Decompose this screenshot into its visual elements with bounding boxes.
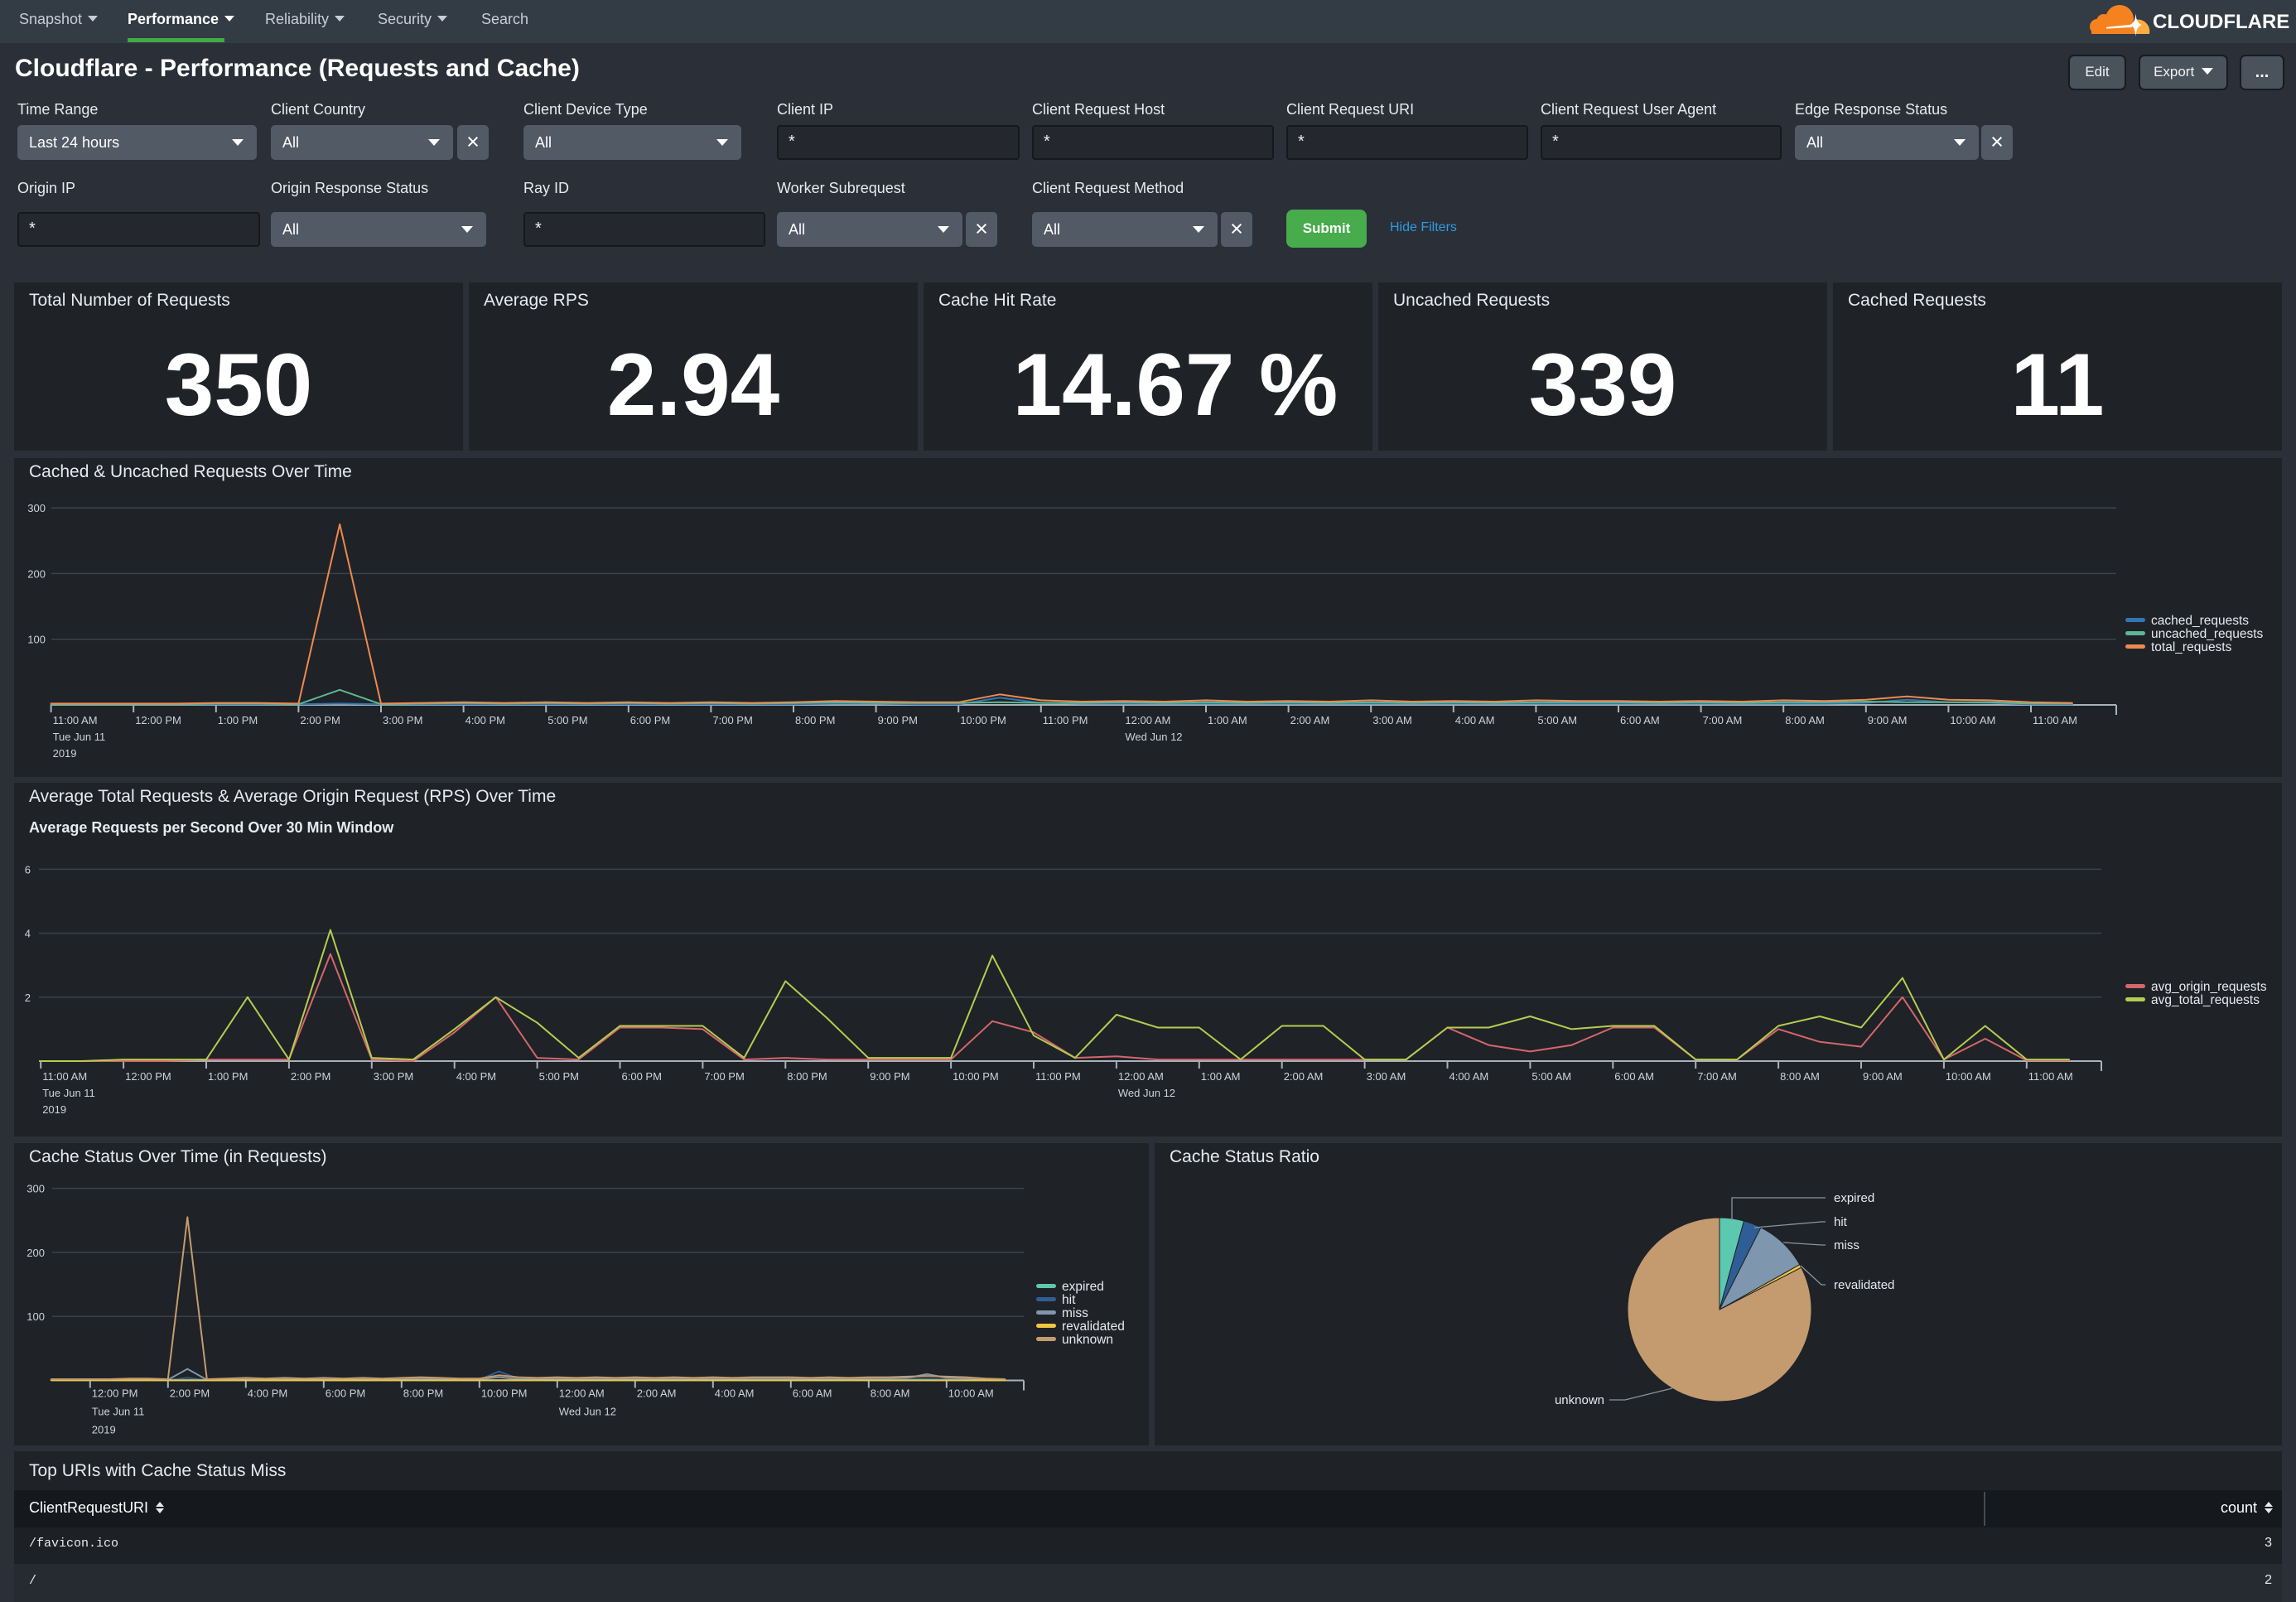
svg-text:2: 2 [25, 992, 31, 1004]
svg-text:9:00 AM: 9:00 AM [1868, 714, 1908, 726]
svg-text:miss: miss [1062, 1306, 1088, 1320]
svg-text:2:00 AM: 2:00 AM [637, 1387, 677, 1400]
svg-text:unknown: unknown [1555, 1393, 1604, 1407]
svg-text:Wed Jun 12: Wed Jun 12 [559, 1406, 616, 1418]
svg-text:9:00 PM: 9:00 PM [878, 714, 918, 726]
svg-text:4:00 AM: 4:00 AM [1449, 1070, 1489, 1083]
svg-text:8:00 AM: 8:00 AM [1780, 1070, 1820, 1083]
svg-text:Wed Jun 12: Wed Jun 12 [1125, 731, 1182, 743]
svg-text:7:00 PM: 7:00 PM [712, 714, 752, 726]
svg-text:5:00 AM: 5:00 AM [1531, 1070, 1571, 1083]
svg-text:11:00 AM: 11:00 AM [42, 1070, 87, 1083]
svg-text:2:00 AM: 2:00 AM [1290, 714, 1330, 726]
svg-text:12:00 PM: 12:00 PM [135, 714, 181, 726]
svg-text:avg_total_requests: avg_total_requests [2151, 993, 2260, 1007]
svg-text:4:00 PM: 4:00 PM [248, 1387, 287, 1400]
svg-text:10:00 AM: 10:00 AM [948, 1387, 994, 1400]
svg-text:expired: expired [1062, 1280, 1104, 1294]
svg-text:12:00 AM: 12:00 AM [559, 1387, 605, 1400]
svg-text:1:00 AM: 1:00 AM [1208, 714, 1247, 726]
svg-text:7:00 PM: 7:00 PM [704, 1070, 744, 1083]
svg-text:total_requests: total_requests [2151, 640, 2232, 654]
svg-text:4: 4 [25, 928, 31, 940]
svg-text:10:00 PM: 10:00 PM [960, 714, 1006, 726]
svg-text:11:00 PM: 11:00 PM [1035, 1070, 1081, 1083]
svg-text:unknown: unknown [1062, 1333, 1113, 1347]
svg-text:10:00 AM: 10:00 AM [1950, 714, 1995, 726]
svg-text:6:00 AM: 6:00 AM [793, 1387, 832, 1400]
svg-text:2:00 PM: 2:00 PM [291, 1070, 330, 1083]
svg-text:2019: 2019 [53, 747, 77, 760]
svg-text:1:00 PM: 1:00 PM [218, 714, 258, 726]
svg-text:3:00 AM: 3:00 AM [1367, 1070, 1406, 1083]
svg-text:5:00 AM: 5:00 AM [1537, 714, 1577, 726]
svg-text:6:00 AM: 6:00 AM [1614, 1070, 1654, 1083]
svg-text:12:00 AM: 12:00 AM [1118, 1070, 1164, 1083]
svg-text:10:00 PM: 10:00 PM [481, 1387, 528, 1400]
svg-text:6: 6 [25, 863, 31, 876]
svg-text:2:00 PM: 2:00 PM [170, 1387, 210, 1400]
svg-text:hit: hit [1834, 1215, 1848, 1229]
svg-text:Tue Jun 11: Tue Jun 11 [42, 1087, 95, 1099]
svg-text:9:00 PM: 9:00 PM [870, 1070, 909, 1083]
svg-text:100: 100 [27, 634, 46, 646]
svg-text:6:00 PM: 6:00 PM [622, 1070, 662, 1083]
svg-text:1:00 AM: 1:00 AM [1201, 1070, 1241, 1083]
svg-text:200: 200 [27, 1247, 45, 1259]
svg-text:300: 300 [27, 502, 46, 514]
svg-text:2019: 2019 [42, 1103, 66, 1116]
svg-text:3:00 AM: 3:00 AM [1372, 714, 1412, 726]
svg-text:6:00 PM: 6:00 PM [326, 1387, 365, 1400]
svg-text:3:00 PM: 3:00 PM [374, 1070, 413, 1083]
svg-text:200: 200 [27, 567, 46, 580]
svg-text:2019: 2019 [92, 1424, 116, 1436]
svg-text:11:00 AM: 11:00 AM [2028, 1070, 2073, 1083]
svg-text:8:00 AM: 8:00 AM [871, 1387, 910, 1400]
svg-text:4:00 AM: 4:00 AM [1455, 714, 1495, 726]
svg-text:8:00 AM: 8:00 AM [1785, 714, 1825, 726]
svg-text:11:00 AM: 11:00 AM [53, 714, 98, 726]
svg-text:8:00 PM: 8:00 PM [403, 1387, 443, 1400]
svg-text:1:00 PM: 1:00 PM [208, 1070, 248, 1083]
svg-text:9:00 AM: 9:00 AM [1863, 1070, 1903, 1083]
svg-text:6:00 AM: 6:00 AM [1620, 714, 1660, 726]
svg-text:Wed Jun 12: Wed Jun 12 [1118, 1087, 1175, 1099]
svg-text:12:00 PM: 12:00 PM [125, 1070, 171, 1083]
svg-text:3:00 PM: 3:00 PM [383, 714, 422, 726]
svg-text:Tue Jun 11: Tue Jun 11 [92, 1406, 145, 1418]
svg-text:uncached_requests: uncached_requests [2151, 627, 2264, 641]
svg-text:11:00 PM: 11:00 PM [1043, 714, 1088, 726]
svg-text:miss: miss [1834, 1238, 1859, 1252]
svg-text:10:00 AM: 10:00 AM [1946, 1070, 1991, 1083]
svg-text:7:00 AM: 7:00 AM [1697, 1070, 1737, 1083]
svg-text:2:00 PM: 2:00 PM [300, 714, 340, 726]
svg-text:7:00 AM: 7:00 AM [1703, 714, 1743, 726]
svg-text:300: 300 [27, 1183, 45, 1195]
svg-text:revalidated: revalidated [1062, 1320, 1125, 1334]
svg-text:100: 100 [27, 1310, 45, 1323]
svg-text:12:00 PM: 12:00 PM [92, 1387, 138, 1400]
svg-text:4:00 PM: 4:00 PM [456, 1070, 496, 1083]
svg-text:11:00 AM: 11:00 AM [2033, 714, 2077, 726]
svg-text:12:00 AM: 12:00 AM [1125, 714, 1170, 726]
svg-text:hit: hit [1062, 1293, 1076, 1307]
svg-text:8:00 PM: 8:00 PM [795, 714, 835, 726]
svg-text:expired: expired [1834, 1191, 1874, 1205]
svg-text:10:00 PM: 10:00 PM [953, 1070, 999, 1083]
svg-text:8:00 PM: 8:00 PM [787, 1070, 827, 1083]
svg-text:4:00 AM: 4:00 AM [715, 1387, 755, 1400]
svg-text:avg_origin_requests: avg_origin_requests [2151, 980, 2267, 994]
svg-text:revalidated: revalidated [1834, 1278, 1894, 1292]
svg-text:5:00 PM: 5:00 PM [547, 714, 587, 726]
svg-text:Tue Jun 11: Tue Jun 11 [53, 731, 106, 743]
svg-text:cached_requests: cached_requests [2151, 614, 2249, 628]
svg-text:5:00 PM: 5:00 PM [539, 1070, 579, 1083]
svg-text:2:00 AM: 2:00 AM [1284, 1070, 1324, 1083]
svg-text:6:00 PM: 6:00 PM [630, 714, 670, 726]
svg-text:4:00 PM: 4:00 PM [465, 714, 505, 726]
